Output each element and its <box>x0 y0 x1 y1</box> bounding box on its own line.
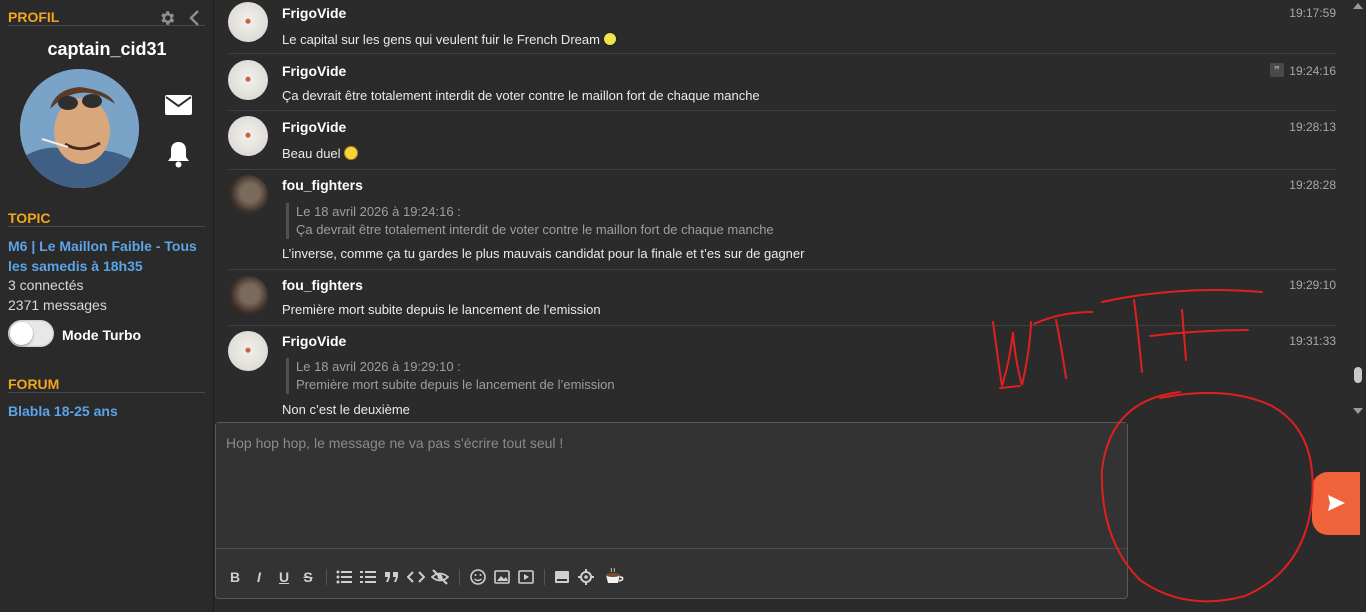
message-input[interactable] <box>216 423 1127 549</box>
message-item: FrigoVide 19:17:59 Le capital sur les ge… <box>228 0 1336 54</box>
emoji-icon[interactable] <box>469 568 487 586</box>
forum-header: FORUM <box>8 367 205 393</box>
messages-count: 2371 messages <box>8 297 107 313</box>
message-time: 19:24:16 <box>1289 64 1336 78</box>
coffee-icon[interactable] <box>603 568 625 586</box>
connected-count: 3 connectés <box>8 277 84 293</box>
author-avatar[interactable] <box>228 276 268 316</box>
italic-button[interactable]: I <box>250 568 268 586</box>
message-author[interactable]: fou_fighters <box>282 277 363 293</box>
message-text: Non c’est le deuxième <box>282 402 410 417</box>
topic-header: TOPIC <box>8 201 205 227</box>
quote-header: Le 18 avril 2026 à 19:29:10 : <box>296 359 461 374</box>
numbered-list-icon[interactable] <box>359 568 377 586</box>
chevron-left-icon[interactable] <box>187 9 201 27</box>
message-author[interactable]: FrigoVide <box>282 333 346 349</box>
video-icon[interactable] <box>517 568 535 586</box>
quote-text: Première mort subite depuis le lancement… <box>296 377 615 392</box>
topic-link[interactable]: M6 | Le Maillon Faible - Tous les samedi… <box>8 236 204 276</box>
topic-title: TOPIC <box>8 210 51 226</box>
message-author[interactable]: fou_fighters <box>282 177 363 193</box>
author-avatar[interactable] <box>228 60 268 100</box>
message-quote: Le 18 avril 2026 à 19:24:16 : Ça devrait… <box>286 203 774 239</box>
message-item: FrigoVide 19:28:13 Beau duel <box>228 112 1336 170</box>
message-time: 19:29:10 <box>1289 278 1336 292</box>
bell-icon[interactable] <box>166 140 191 168</box>
quote-icon[interactable] <box>383 568 401 586</box>
message-time: 19:28:28 <box>1289 178 1336 192</box>
format-toolbar: B I U S <box>224 568 1124 588</box>
send-icon <box>1328 495 1345 511</box>
sticker-icon[interactable] <box>553 568 571 586</box>
message-author[interactable]: FrigoVide <box>282 119 346 135</box>
message-time: 19:17:59 <box>1289 6 1336 20</box>
author-avatar[interactable] <box>228 175 268 215</box>
underline-button[interactable]: U <box>275 568 293 586</box>
turbo-label: Mode Turbo <box>62 327 142 343</box>
profile-title: PROFIL <box>8 9 60 25</box>
scrollbar[interactable] <box>1350 0 1366 420</box>
message-item: FrigoVide ❞ 19:24:16 Ça devrait être tot… <box>228 55 1336 111</box>
author-avatar[interactable] <box>228 2 268 42</box>
gear-icon[interactable] <box>158 9 176 27</box>
forum-title: FORUM <box>8 376 60 392</box>
scroll-thumb[interactable] <box>1354 367 1362 383</box>
scroll-down-arrow[interactable] <box>1353 408 1363 414</box>
sidebar: PROFIL captain_cid31 TOPIC M6 | Le Maill… <box>0 0 214 612</box>
composer: B I U S <box>215 422 1128 599</box>
toolbar-divider <box>326 569 327 585</box>
emoji-icon <box>343 146 358 160</box>
bullet-list-icon[interactable] <box>335 568 353 586</box>
message-author[interactable]: FrigoVide <box>282 5 346 21</box>
forum-link[interactable]: Blabla 18-25 ans <box>8 403 118 419</box>
toolbar-divider <box>459 569 460 585</box>
message-text: Ça devrait être totalement interdit de v… <box>282 88 760 103</box>
scroll-up-arrow[interactable] <box>1353 3 1363 9</box>
settings-icon[interactable] <box>577 568 595 586</box>
code-icon[interactable] <box>407 568 425 586</box>
image-icon[interactable] <box>493 568 511 586</box>
message-time: 19:28:13 <box>1289 120 1336 134</box>
message-quote: Le 18 avril 2026 à 19:29:10 : Première m… <box>286 358 615 394</box>
message-text-content: Beau duel <box>282 146 341 161</box>
message-item: FrigoVide 19:31:33 Le 18 avril 2026 à 19… <box>228 327 1336 420</box>
quote-text: Ça devrait être totalement interdit de v… <box>296 222 774 237</box>
message-text: Beau duel <box>282 146 358 161</box>
message-text: L’inverse, comme ça tu gardes le plus ma… <box>282 246 805 261</box>
message-text-content: Le capital sur les gens qui veulent fuir… <box>282 32 600 47</box>
message-text: Première mort subite depuis le lancement… <box>282 302 601 317</box>
profile-avatar[interactable] <box>20 69 139 188</box>
spoiler-icon[interactable] <box>431 568 449 586</box>
profile-username[interactable]: captain_cid31 <box>0 39 214 60</box>
author-avatar[interactable] <box>228 331 268 371</box>
message-time: 19:31:33 <box>1289 334 1336 348</box>
send-button[interactable] <box>1312 472 1360 535</box>
author-avatar[interactable] <box>228 116 268 156</box>
turbo-toggle[interactable] <box>8 320 54 347</box>
quote-icon[interactable]: ❞ <box>1270 63 1284 77</box>
toolbar-divider <box>544 569 545 585</box>
bold-button[interactable]: B <box>226 568 244 586</box>
strikethrough-button[interactable]: S <box>299 568 317 586</box>
mail-icon[interactable] <box>164 93 193 117</box>
emoji-icon <box>602 32 617 46</box>
toggle-knob <box>10 322 33 345</box>
message-author[interactable]: FrigoVide <box>282 63 346 79</box>
quote-header: Le 18 avril 2026 à 19:24:16 : <box>296 204 461 219</box>
message-list: FrigoVide 19:17:59 Le capital sur les ge… <box>214 0 1350 420</box>
message-item: fou_fighters 19:29:10 Première mort subi… <box>228 271 1336 326</box>
message-item: fou_fighters 19:28:28 Le 18 avril 2026 à… <box>228 171 1336 270</box>
message-text: Le capital sur les gens qui veulent fuir… <box>282 32 617 47</box>
